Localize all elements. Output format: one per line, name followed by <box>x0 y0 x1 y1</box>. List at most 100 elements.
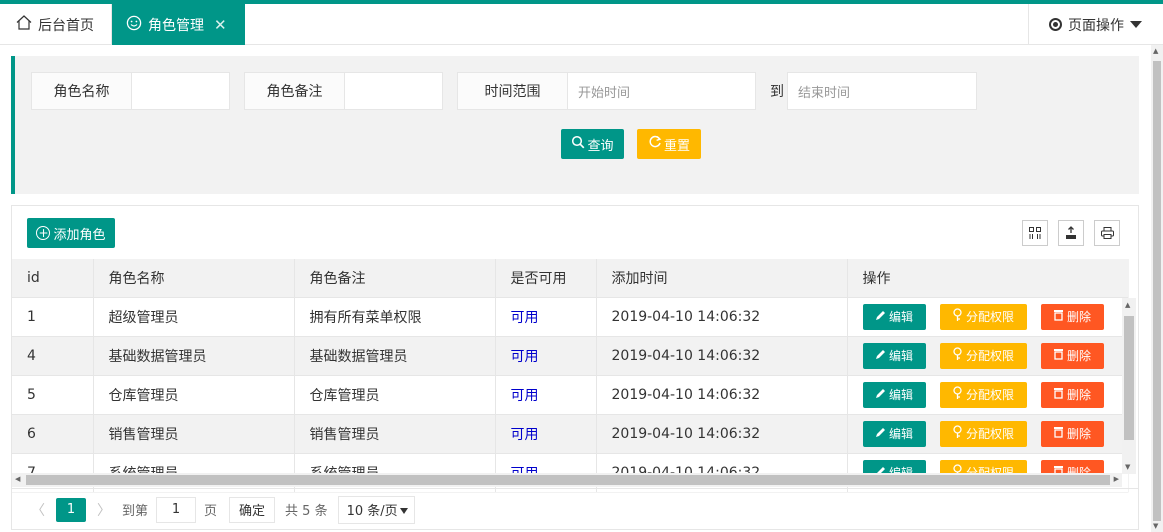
edit-label: 编辑 <box>888 349 913 363</box>
radio-dot-icon <box>1049 18 1062 31</box>
page-operations-label: 页面操作 <box>1068 17 1124 34</box>
table-row[interactable]: 5 仓库管理员 仓库管理员 可用 2019-04-10 14:06:32 编辑 分配权限 删除 <box>12 375 1129 415</box>
page-size-select[interactable]: 10 条/页 <box>337 495 415 524</box>
edit-button[interactable]: 编辑 <box>862 381 926 408</box>
roles-table: id 角色名称 角色备注 是否可用 添加时间 操作 1 超级管理员 拥有所有菜单权限… <box>12 259 1129 493</box>
edit-button[interactable]: 编辑 <box>862 342 926 369</box>
col-header-created-time[interactable]: 添加时间 <box>596 259 848 298</box>
assign-permission-button[interactable]: 分配权限 <box>939 381 1027 408</box>
pencil-icon <box>875 388 886 402</box>
table-hscroll-thumb[interactable] <box>26 475 1110 485</box>
page-operations-menu[interactable]: 页面操作 <box>1028 4 1163 45</box>
edit-label: 编辑 <box>888 388 913 402</box>
cell-actions: 编辑 分配权限 删除 <box>847 336 1129 376</box>
search-icon <box>571 135 585 153</box>
columns-icon[interactable] <box>1022 220 1048 246</box>
query-button[interactable]: 查询 <box>561 129 624 159</box>
col-header-actions: 操作 <box>847 259 1129 298</box>
scroll-down-icon[interactable]: ▼ <box>1153 522 1158 530</box>
table-header-row: id 角色名称 角色备注 是否可用 添加时间 操作 <box>12 259 1129 298</box>
to-label: 到 <box>770 84 784 100</box>
search-panel: 角色名称 角色备注 时间范围 开始时间 到 结束时间 查询 重置 <box>11 56 1139 194</box>
scroll-down-icon[interactable]: ▼ <box>1125 463 1130 471</box>
delete-button[interactable]: 删除 <box>1040 342 1104 369</box>
cell-id: 1 <box>12 297 94 337</box>
home-icon <box>16 15 32 34</box>
key-icon <box>952 425 963 442</box>
role-name-input[interactable] <box>132 73 229 109</box>
tab-home-label: 后台首页 <box>38 17 94 34</box>
cell-enabled: 可用 <box>495 375 597 415</box>
prev-page-icon[interactable]: 〈 <box>26 500 50 520</box>
cell-enabled: 可用 <box>495 336 597 376</box>
query-label: 查询 <box>587 138 614 154</box>
start-time-input[interactable]: 开始时间 <box>568 73 755 109</box>
end-time-input[interactable]: 结束时间 <box>788 73 976 109</box>
delete-button[interactable]: 删除 <box>1040 303 1104 330</box>
page-unit-label: 页 <box>204 504 218 519</box>
table-vertical-scrollbar[interactable]: ▲ ▼ <box>1122 298 1136 474</box>
tab-role-management[interactable]: 角色管理 ✕ <box>112 4 245 45</box>
smile-icon <box>126 15 142 35</box>
role-remark-input[interactable] <box>345 73 442 109</box>
assign-permission-button[interactable]: 分配权限 <box>939 303 1027 330</box>
cell-id: 5 <box>12 375 94 415</box>
edit-label: 编辑 <box>888 310 913 324</box>
total-count: 共 5 条 <box>285 504 328 519</box>
col-header-id[interactable]: id <box>12 259 94 298</box>
role-remark-label: 角色备注 <box>245 73 345 109</box>
col-header-role-remark[interactable]: 角色备注 <box>294 259 496 298</box>
next-page-icon[interactable]: 〉 <box>92 500 116 520</box>
cell-enabled: 可用 <box>495 297 597 337</box>
cell-role-name: 超级管理员 <box>93 297 295 337</box>
delete-button[interactable]: 删除 <box>1040 420 1104 447</box>
table-scrollbar-thumb[interactable] <box>1124 316 1134 440</box>
plus-circle-icon: + <box>36 226 51 240</box>
cell-role-name: 基础数据管理员 <box>93 336 295 376</box>
reset-button[interactable]: 重置 <box>637 129 701 159</box>
trash-icon <box>1053 387 1064 402</box>
refresh-icon <box>648 135 662 153</box>
add-role-label: 添加角色 <box>53 227 106 243</box>
end-time-field: 结束时间 <box>787 72 977 110</box>
time-range-field: 时间范围 开始时间 <box>457 72 756 110</box>
cell-role-remark: 基础数据管理员 <box>294 336 496 376</box>
table-horizontal-scrollbar[interactable]: ◀ ▶ <box>12 473 1122 487</box>
table-toolbar: + 添加角色 <box>12 206 1138 259</box>
col-header-enabled[interactable]: 是否可用 <box>495 259 597 298</box>
page-size-value: 10 条/页 <box>346 504 398 519</box>
scroll-right-icon[interactable]: ▶ <box>1114 475 1119 483</box>
table-row[interactable]: 4 基础数据管理员 基础数据管理员 可用 2019-04-10 14:06:32 编辑 分配… <box>12 336 1129 376</box>
goto-page-input[interactable]: 1 <box>156 496 197 523</box>
scroll-up-icon[interactable]: ▲ <box>1153 47 1158 55</box>
cell-role-name: 仓库管理员 <box>93 375 295 415</box>
cell-id: 6 <box>12 414 94 454</box>
goto-confirm-button[interactable]: 确定 <box>229 496 276 523</box>
edit-button[interactable]: 编辑 <box>862 303 926 330</box>
key-icon <box>952 386 963 403</box>
cell-created-time: 2019-04-10 14:06:32 <box>596 297 848 337</box>
print-icon[interactable] <box>1094 220 1120 246</box>
page-scrollbar-thumb[interactable] <box>1153 61 1161 521</box>
table-row[interactable]: 1 超级管理员 拥有所有菜单权限 可用 2019-04-10 14:06:32 编辑 分配权… <box>12 297 1129 337</box>
assign-permission-button[interactable]: 分配权限 <box>939 420 1027 447</box>
assign-label: 分配权限 <box>965 388 1014 402</box>
assign-permission-button[interactable]: 分配权限 <box>939 342 1027 369</box>
close-icon[interactable]: ✕ <box>214 16 227 34</box>
col-header-role-name[interactable]: 角色名称 <box>93 259 295 298</box>
edit-button[interactable]: 编辑 <box>862 420 926 447</box>
table-row[interactable]: 6 销售管理员 销售管理员 可用 2019-04-10 14:06:32 编辑 分配权限 删除 <box>12 414 1129 454</box>
cell-enabled: 可用 <box>495 414 597 454</box>
delete-button[interactable]: 删除 <box>1040 381 1104 408</box>
scroll-up-icon[interactable]: ▲ <box>1125 301 1130 309</box>
add-role-button[interactable]: + 添加角色 <box>27 218 115 248</box>
pagination: 〈 1 〉 到第 1 页 确定 共 5 条 10 条/页 <box>12 488 1138 530</box>
pencil-icon <box>875 310 886 324</box>
current-page[interactable]: 1 <box>56 497 86 522</box>
role-name-field: 角色名称 <box>31 72 230 110</box>
scroll-left-icon[interactable]: ◀ <box>15 475 20 483</box>
tab-home[interactable]: 后台首页 <box>0 4 112 45</box>
cell-role-remark: 仓库管理员 <box>294 375 496 415</box>
export-icon[interactable] <box>1058 220 1084 246</box>
page-scrollbar[interactable]: ▲ ▼ <box>1151 45 1163 532</box>
